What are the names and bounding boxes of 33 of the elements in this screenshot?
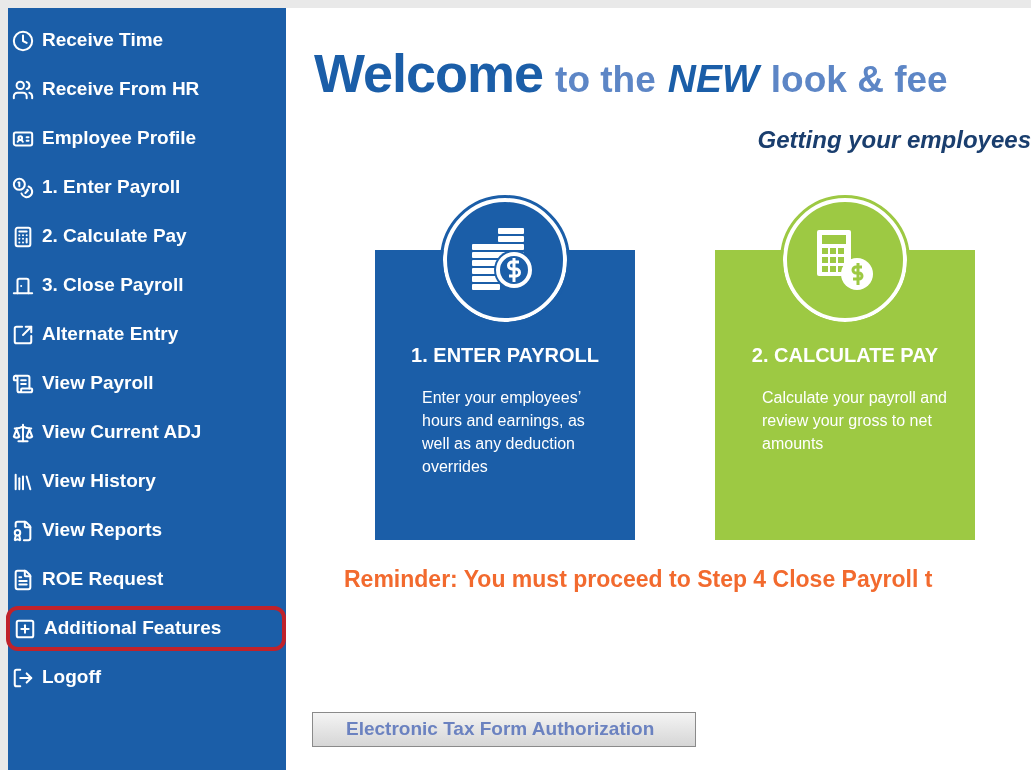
step-description: Enter your employees’ hours and earnings, as well as any deduction overrides (422, 388, 586, 477)
clock-icon (12, 29, 34, 52)
coins-icon (12, 176, 34, 199)
sidebar-item[interactable]: ROE Request (10, 557, 286, 602)
sidebar-item[interactable]: 3. Close Payroll (10, 263, 286, 308)
sidebar-item[interactable]: 1. Enter Payroll (10, 165, 286, 210)
arrow-box-icon (12, 323, 34, 346)
sidebar-item[interactable]: Alternate Entry (10, 312, 286, 357)
report-icon (12, 519, 34, 542)
people-icon (12, 78, 34, 101)
exit-icon (12, 666, 34, 689)
sidebar-item[interactable]: Employee Profile (10, 116, 286, 161)
reminder-text: Reminder: You must proceed to Step 4 Close Payroll t (344, 565, 934, 594)
sidebar-item[interactable]: Receive Time (10, 18, 286, 63)
document-icon (12, 372, 34, 395)
sidebar-item[interactable]: View Payroll (10, 361, 286, 406)
calculator-dollar-icon (815, 228, 875, 292)
calculator-icon (12, 225, 34, 248)
step-description: Calculate your payroll and review your gross to net amounts (762, 388, 948, 454)
sidebar-item[interactable]: Receive From HR (10, 67, 286, 112)
step-title: 2. CALCULATE PAY (751, 343, 939, 368)
scale-icon (12, 421, 34, 444)
welcome-heading: Welcome to the NEW look & fee (314, 46, 949, 100)
step-title: 1. ENTER PAYROLL (411, 343, 599, 368)
document-icon (12, 568, 34, 591)
plus-icon (14, 617, 36, 640)
sidebar-item[interactable]: Additional Features (6, 606, 286, 651)
sidebar-item[interactable]: View History (10, 459, 286, 504)
sidebar-item[interactable]: View Reports (10, 508, 286, 553)
subtitle: Getting your employees (757, 125, 1031, 155)
sidebar-item[interactable]: 2. Calculate Pay (10, 214, 286, 259)
sidebar-item[interactable]: Logoff (10, 655, 286, 700)
sidebar-item[interactable]: View Current ADJ (10, 410, 286, 455)
